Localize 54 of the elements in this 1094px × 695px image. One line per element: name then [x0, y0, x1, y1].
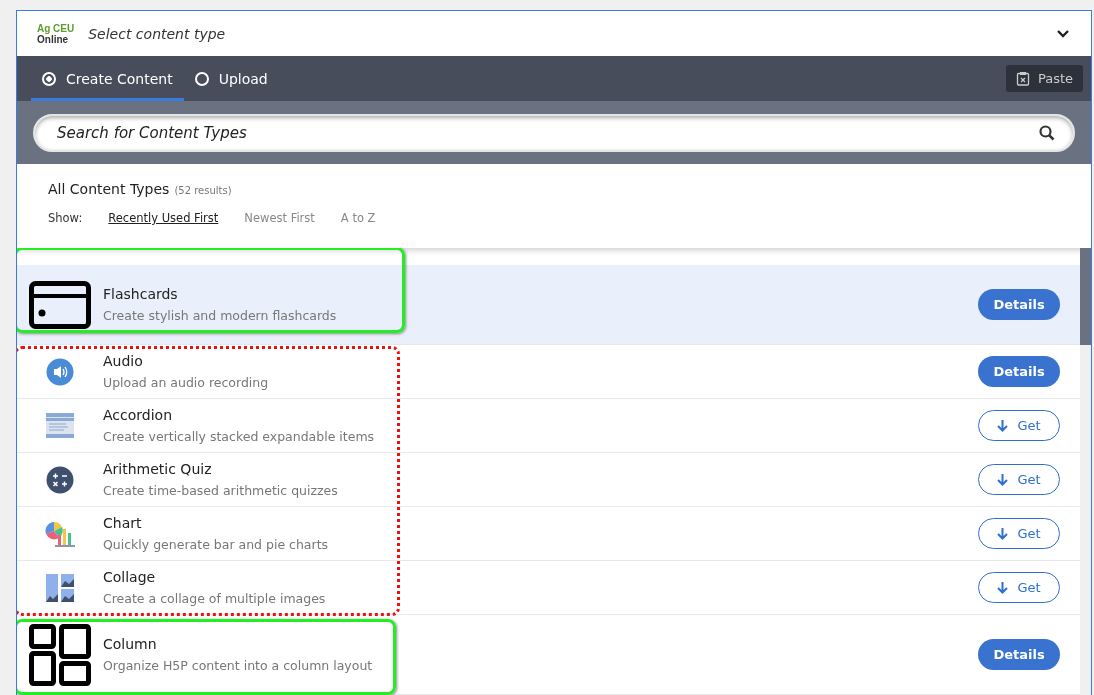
get-button[interactable]: Get — [978, 572, 1060, 603]
content-type-row[interactable]: Accordion Create vertically stacked expandable items Get — [17, 399, 1080, 453]
download-arrow-icon — [997, 581, 1009, 594]
dialog-title: Select content type — [88, 25, 227, 42]
content-type-row[interactable]: Arithmetic Quiz Create time-based arithmetic quizzes Get — [17, 453, 1080, 507]
show-label: Show: — [48, 211, 83, 225]
content-type-name: Audio — [103, 353, 144, 369]
content-type-name: Flashcards — [103, 286, 179, 302]
content-type-description: Create stylish and modern flashcards — [103, 308, 338, 323]
content-type-row[interactable]: Column Organize H5P content into a column layout Details — [17, 615, 1080, 695]
math-operators-icon — [46, 465, 74, 494]
details-button[interactable]: Details — [978, 289, 1060, 320]
clipboard-icon — [1015, 71, 1030, 86]
content-type-name: Collage — [103, 569, 157, 585]
content-type-row[interactable]: Chart Quickly generate bar and pie charts Get — [17, 507, 1080, 561]
content-type-description: Create a collage of multiple images — [103, 591, 327, 606]
logo: Ag CEU Online — [37, 22, 75, 45]
details-button[interactable]: Details — [978, 639, 1060, 670]
download-arrow-icon — [997, 419, 1009, 432]
get-button[interactable]: Get — [978, 464, 1060, 495]
column-layout-icon — [29, 623, 91, 686]
content-type-row[interactable]: Audio Upload an audio recording Details — [17, 345, 1080, 399]
download-arrow-icon — [997, 473, 1009, 486]
paste-button[interactable]: Paste — [1005, 65, 1083, 92]
content-type-description: Upload an audio recording — [103, 375, 270, 390]
list-title: All Content Types — [48, 181, 170, 197]
accordion-icon — [46, 413, 74, 438]
get-button[interactable]: Get — [978, 518, 1060, 549]
download-arrow-icon — [997, 527, 1009, 540]
content-type-name: Arithmetic Quiz — [103, 461, 213, 477]
content-type-name: Accordion — [103, 407, 173, 423]
content-type-description: Quickly generate bar and pie charts — [103, 537, 330, 552]
chevron-down-icon[interactable] — [1057, 29, 1069, 38]
scrollbar-thumb[interactable] — [1080, 248, 1091, 345]
card-icon — [29, 280, 91, 329]
content-type-row[interactable]: Collage Create a collage of multiple images Get — [17, 561, 1080, 615]
content-type-description: Organize H5P content into a column layout — [103, 658, 374, 673]
collage-icon — [46, 573, 74, 602]
sort-link[interactable]: Recently Used First — [108, 211, 219, 225]
sort-link[interactable]: Newest First — [244, 211, 315, 225]
tab[interactable]: Upload — [183, 56, 279, 101]
chart-icon — [44, 520, 76, 547]
details-button[interactable]: Details — [978, 356, 1060, 387]
speaker-icon — [46, 357, 74, 386]
sort-link[interactable]: A to Z — [340, 211, 376, 225]
search-field[interactable]: Search for Content Types — [33, 113, 1075, 152]
result-count: (52 results) — [174, 185, 232, 196]
content-type-row[interactable]: Flashcards Create stylish and modern flashcards Details — [17, 265, 1080, 345]
content-type-description: Create time-based arithmetic quizzes — [103, 483, 339, 498]
content-type-name: Column — [103, 636, 158, 652]
content-type-description: Create vertically stacked expandable items — [103, 429, 376, 444]
get-button[interactable]: Get — [978, 410, 1060, 441]
search-icon — [1039, 124, 1055, 141]
content-type-name: Chart — [103, 515, 143, 531]
